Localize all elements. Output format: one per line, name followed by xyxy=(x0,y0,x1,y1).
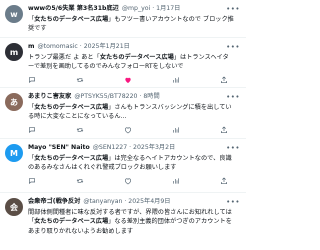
avatar[interactable]: M xyxy=(5,144,23,162)
more-icon[interactable]: ••• xyxy=(226,93,240,101)
author-name[interactable]: あまりこ害友家 xyxy=(28,92,71,101)
retweet-icon[interactable] xyxy=(76,76,84,84)
author-meta: @tomomasic · 2025年1月21日 xyxy=(37,43,130,50)
avatar[interactable]: w xyxy=(5,5,23,23)
post-text: 「女たちのデータベース広場」もフツー書いアカウントなので ブロック推奨です xyxy=(28,16,234,33)
views-icon[interactable] xyxy=(172,126,180,134)
post-item[interactable]: M Mayo "SEN" Naito @SEN1227 · 2025年3月2日 … xyxy=(0,139,246,193)
share-icon[interactable] xyxy=(220,76,228,84)
retweet-icon[interactable] xyxy=(76,126,84,134)
more-icon[interactable]: ••• xyxy=(226,43,240,51)
post-text: 間部体側間種者に味な反対する者ですが、界隈の皆さんにお知れれしては「女たちのデー… xyxy=(28,209,232,235)
more-icon[interactable]: ••• xyxy=(226,198,240,206)
post-actions xyxy=(28,125,242,135)
author-name[interactable]: m xyxy=(28,42,34,51)
post-item[interactable]: 会 会衆帝ゴ(戦争反対 @tanyanyan · 2025年4月9日 ••• 間… xyxy=(0,193,246,250)
views-icon[interactable] xyxy=(172,177,180,185)
author-name[interactable]: wwwの5/6失業 第3名31b底辺 xyxy=(28,4,119,13)
post-item[interactable]: m m @tomomasic · 2025年1月21日 ••• トランプ最悪だ … xyxy=(0,38,246,88)
more-icon[interactable]: ••• xyxy=(226,144,240,152)
author-meta: @mp_yoi · 1月17日 xyxy=(121,5,181,12)
post-header: wwwの5/6失業 第3名31b底辺 @mp_yoi · 1月17日 xyxy=(28,4,242,13)
like-icon[interactable] xyxy=(124,76,132,84)
post-actions xyxy=(28,176,242,186)
post-text: 「女たちのデータベース広場」さんもトランスバッシングに積を出している時に大変なこ… xyxy=(28,104,232,121)
avatar[interactable]: m xyxy=(5,43,23,61)
post-header: Mayo "SEN" Naito @SEN1227 · 2025年3月2日 xyxy=(28,143,242,152)
post-actions xyxy=(28,75,242,85)
reply-icon[interactable] xyxy=(28,177,36,185)
author-meta: @SEN1227 · 2025年3月2日 xyxy=(92,144,176,151)
avatar[interactable]: あ xyxy=(5,93,23,111)
author-meta: @tanyanyan · 2025年4月9日 xyxy=(83,198,171,205)
share-icon[interactable] xyxy=(220,177,228,185)
like-icon[interactable] xyxy=(124,126,132,134)
author-name[interactable]: 会衆帝ゴ(戦争反対 xyxy=(28,197,80,206)
views-icon[interactable] xyxy=(172,76,180,84)
like-icon[interactable] xyxy=(124,177,132,185)
post-text: トランプ最悪だ よ あと「女たちのデータベース広場」はトランスヘイターで差別を画… xyxy=(28,54,229,71)
post-header: 会衆帝ゴ(戦争反対 @tanyanyan · 2025年4月9日 xyxy=(28,197,242,206)
timeline-feed: w wwwの5/6失業 第3名31b底辺 @mp_yoi · 1月17日 •••… xyxy=(0,0,246,250)
more-icon[interactable]: ••• xyxy=(226,5,240,13)
reply-icon[interactable] xyxy=(28,126,36,134)
post-header: m @tomomasic · 2025年1月21日 xyxy=(28,42,242,51)
author-name[interactable]: Mayo "SEN" Naito xyxy=(28,143,90,152)
reply-icon[interactable] xyxy=(28,76,36,84)
post-header: あまりこ害友家 @PTSYK55/BT78220 · 8時間 xyxy=(28,92,242,101)
retweet-icon[interactable] xyxy=(76,177,84,185)
post-item[interactable]: w wwwの5/6失業 第3名31b底辺 @mp_yoi · 1月17日 •••… xyxy=(0,0,246,38)
share-icon[interactable] xyxy=(220,126,228,134)
author-meta: @PTSYK55/BT78220 · 8時間 xyxy=(74,93,160,100)
avatar[interactable]: 会 xyxy=(5,198,23,216)
post-text: 「女たちのデータベース広場」は完全なるヘイトアカウントなので、良識のあるみなさん… xyxy=(28,155,232,172)
post-item[interactable]: あ あまりこ害友家 @PTSYK55/BT78220 · 8時間 ••• 「女た… xyxy=(0,88,246,139)
